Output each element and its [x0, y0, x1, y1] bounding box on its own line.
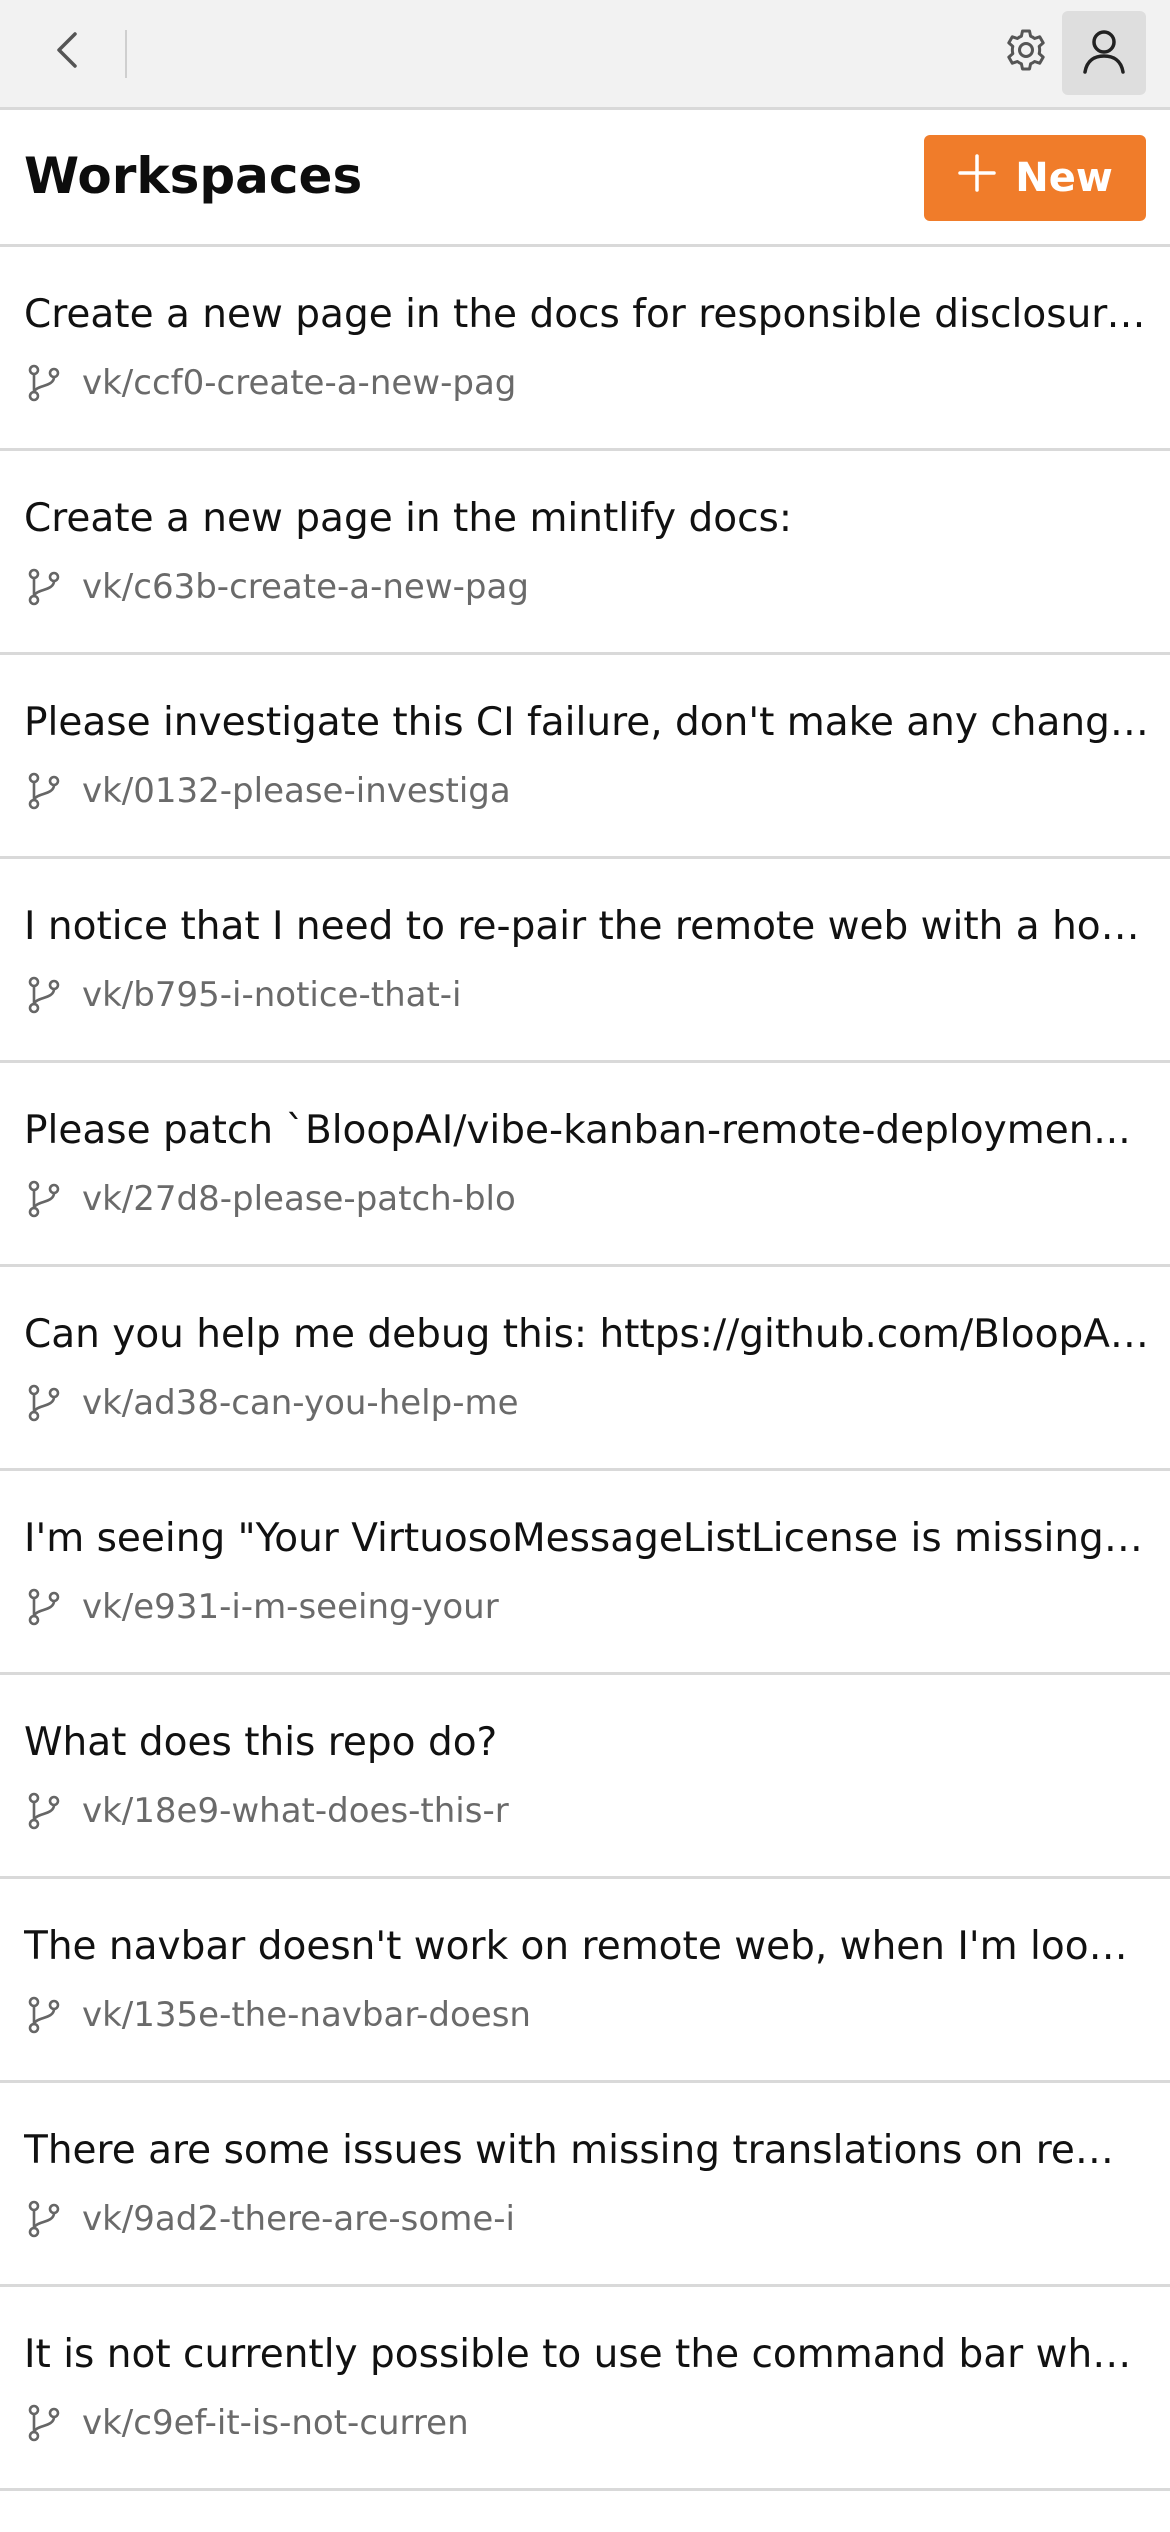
workspace-branch: vk/c9ef-it-is-not-curren — [24, 2401, 469, 2445]
workspace-title: Can you help me debug this: https://gith… — [24, 1312, 1150, 1357]
workspace-branch: vk/ad38-can-you-help-me — [24, 1381, 519, 1425]
workspace-item[interactable]: It is not currently possible to use the … — [0, 2287, 1170, 2491]
profile-button[interactable] — [1062, 11, 1146, 95]
workspace-item[interactable]: The navbar doesn't work on remote web, w… — [0, 1879, 1170, 2083]
git-branch-icon — [24, 567, 64, 607]
workspace-item[interactable]: What does this repo do? vk/18e9-what-does… — [0, 1675, 1170, 1879]
toolbar-divider — [125, 30, 127, 78]
workspace-title: What does this repo do? — [24, 1720, 498, 1765]
page-header: Workspaces New — [0, 110, 1170, 247]
workspace-branch: vk/135e-the-navbar-doesn — [24, 1993, 531, 2037]
user-icon — [1079, 26, 1129, 80]
workspace-branch: vk/27d8-please-patch-blo — [24, 1177, 516, 1221]
git-branch-icon — [24, 2199, 64, 2239]
gear-icon — [1002, 26, 1050, 78]
workspace-branch: vk/c63b-create-a-new-pag — [24, 565, 529, 609]
page-title: Workspaces — [24, 147, 363, 205]
workspace-item[interactable]: I notice that I need to re-pair the remo… — [0, 859, 1170, 1063]
settings-button[interactable] — [996, 22, 1056, 82]
workspace-item[interactable]: I'm seeing "Your VirtuosoMessageListLice… — [0, 1471, 1170, 1675]
workspace-branch: vk/9ad2-there-are-some-i — [24, 2197, 515, 2241]
git-branch-icon — [24, 2403, 64, 2443]
workspace-title: Create a new page in the docs for respon… — [24, 292, 1150, 337]
workspace-title: I'm seeing "Your VirtuosoMessageListLice… — [24, 1516, 1150, 1561]
workspace-title: The navbar doesn't work on remote web, w… — [24, 1924, 1150, 1969]
branch-name: vk/135e-the-navbar-doesn — [82, 1995, 531, 2035]
workspace-item[interactable]: Create a new page in the mintlify docs: v… — [0, 451, 1170, 655]
git-branch-icon — [24, 975, 64, 1015]
chevron-left-icon — [51, 28, 85, 76]
workspace-branch: vk/0132-please-investiga — [24, 769, 511, 813]
branch-name: vk/0132-please-investiga — [82, 771, 511, 811]
git-branch-icon — [24, 771, 64, 811]
workspace-item[interactable]: Please patch `BloopAI/vibe-kanban-remote… — [0, 1063, 1170, 1267]
workspace-item[interactable]: Can you help me debug this: https://gith… — [0, 1267, 1170, 1471]
git-branch-icon — [24, 1587, 64, 1627]
plus-icon — [957, 153, 997, 203]
git-branch-icon — [24, 1791, 64, 1831]
workspace-list: Create a new page in the docs for respon… — [0, 247, 1170, 2491]
git-branch-icon — [24, 1995, 64, 2035]
new-button-label: New — [1015, 155, 1113, 201]
branch-name: vk/ad38-can-you-help-me — [82, 1383, 519, 1423]
git-branch-icon — [24, 363, 64, 403]
branch-name: vk/18e9-what-does-this-r — [82, 1791, 509, 1831]
branch-name: vk/27d8-please-patch-blo — [82, 1179, 516, 1219]
back-button[interactable] — [36, 20, 100, 84]
workspace-title: Please patch `BloopAI/vibe-kanban-remote… — [24, 1108, 1131, 1153]
new-workspace-button[interactable]: New — [924, 135, 1146, 221]
workspace-title: I notice that I need to re-pair the remo… — [24, 904, 1150, 949]
workspace-title: There are some issues with missing trans… — [24, 2128, 1150, 2173]
workspace-item[interactable]: Please investigate this CI failure, don'… — [0, 655, 1170, 859]
workspace-branch: vk/e931-i-m-seeing-your — [24, 1585, 499, 1629]
git-branch-icon — [24, 1179, 64, 1219]
git-branch-icon — [24, 1383, 64, 1423]
branch-name: vk/9ad2-there-are-some-i — [82, 2199, 515, 2239]
branch-name: vk/ccf0-create-a-new-pag — [82, 363, 517, 403]
branch-name: vk/c63b-create-a-new-pag — [82, 567, 529, 607]
workspace-title: Create a new page in the mintlify docs: — [24, 496, 792, 541]
workspace-item[interactable]: Create a new page in the docs for respon… — [0, 247, 1170, 451]
workspace-branch: vk/18e9-what-does-this-r — [24, 1789, 509, 1833]
workspace-title: It is not currently possible to use the … — [24, 2332, 1150, 2377]
branch-name: vk/e931-i-m-seeing-your — [82, 1587, 499, 1627]
top-bar — [0, 0, 1170, 110]
workspace-item[interactable]: There are some issues with missing trans… — [0, 2083, 1170, 2287]
workspace-title: Please investigate this CI failure, don'… — [24, 700, 1150, 745]
workspace-branch: vk/ccf0-create-a-new-pag — [24, 361, 516, 405]
branch-name: vk/c9ef-it-is-not-curren — [82, 2403, 469, 2443]
workspace-branch: vk/b795-i-notice-that-i — [24, 973, 462, 1017]
branch-name: vk/b795-i-notice-that-i — [82, 975, 462, 1015]
